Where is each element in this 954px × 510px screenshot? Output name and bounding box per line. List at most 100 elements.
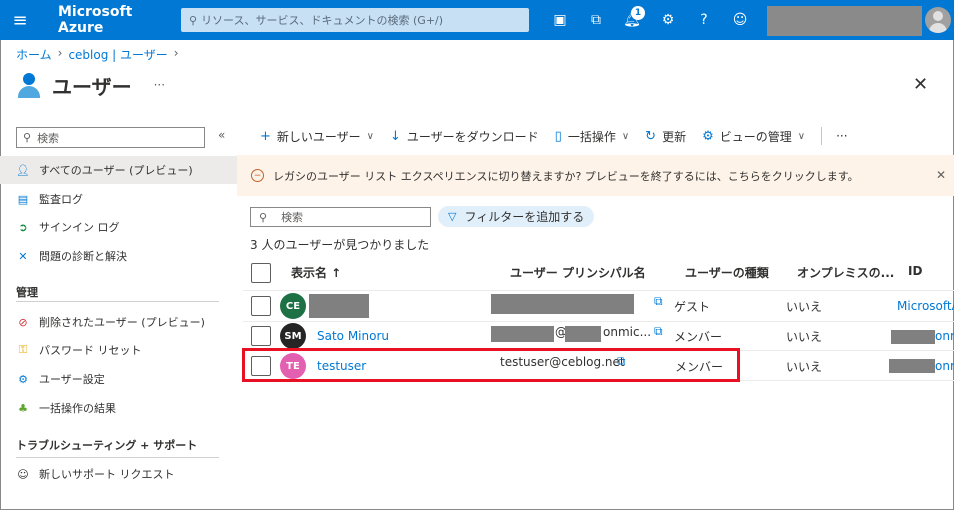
sidebar-item-diagnose[interactable]: ✕ 問題の診断と解決 — [0, 242, 237, 270]
sidebar-divider — [16, 301, 219, 302]
upn-suffix: onmic... — [603, 325, 652, 339]
sidebar-item-audit-log[interactable]: ▤ 監査ログ — [0, 185, 237, 213]
account-avatar-icon[interactable] — [925, 7, 951, 33]
sidebar-item-label: 削除されたユーザー (プレビュー) — [39, 316, 205, 329]
bulk-operations-label: 一括操作 — [567, 129, 616, 144]
wrench-icon: ✕ — [18, 249, 28, 263]
global-search-placeholder: リソース、サービス、ドキュメントの検索 (G+/) — [201, 14, 444, 27]
brand-title[interactable]: Microsoft Azure — [58, 4, 180, 36]
id-cell[interactable]: onm — [935, 329, 954, 343]
help-question-icon[interactable]: ? — [686, 0, 722, 40]
sidebar-item-label: 一括操作の結果 — [39, 402, 116, 415]
breadcrumb-home[interactable]: ホーム — [16, 46, 52, 63]
new-user-label: 新しいユーザー — [276, 129, 361, 144]
copy-icon[interactable]: ⧉ — [654, 294, 663, 309]
signin-icon: ➲ — [18, 220, 28, 234]
row-checkbox[interactable] — [251, 296, 271, 316]
breadcrumb-separator-icon: › — [57, 46, 63, 60]
search-icon: ⚲ — [23, 131, 32, 144]
command-separator — [821, 127, 823, 145]
download-users-button[interactable]: ↓ ユーザーをダウンロード — [390, 128, 539, 145]
select-all-checkbox[interactable] — [251, 263, 271, 283]
bulk-document-icon: ▯ — [554, 128, 562, 144]
bulk-operations-button[interactable]: ▯ 一括操作 ∨ — [555, 128, 630, 145]
feedback-icon[interactable]: ☺ — [722, 0, 758, 40]
sidebar-section-manage: 管理 — [16, 286, 38, 299]
breadcrumb: ホーム › ceblog | ユーザー › — [16, 46, 179, 63]
sidebar-item-user-settings[interactable]: ⚙ ユーザー設定 — [0, 365, 237, 393]
sidebar-item-deleted-users[interactable]: ⊘ 削除されたユーザー (プレビュー) — [0, 308, 237, 336]
onprem-cell: いいえ — [786, 300, 823, 314]
legacy-experience-banner[interactable]: − レガシのユーザー リスト エクスペリエンスに切り替えますか? プレビューを終… — [237, 155, 954, 196]
search-icon: ⚲ — [259, 210, 268, 224]
new-user-button[interactable]: + 新しいユーザー ∨ — [260, 128, 374, 145]
banner-text: レガシのユーザー リスト エクスペリエンスに切り替えますか? プレビューを終了す… — [273, 169, 859, 183]
log-icon: ▤ — [17, 192, 29, 206]
avatar: SM — [280, 323, 306, 349]
id-cell[interactable]: MicrosoftA — [897, 299, 954, 313]
display-name-link[interactable]: Sato Minoru — [317, 329, 389, 343]
sidebar-item-bulk-results[interactable]: ♣ 一括操作の結果 — [0, 394, 237, 422]
notification-badge: 1 — [631, 6, 645, 20]
plus-icon: + — [260, 128, 271, 144]
avatar: CE — [280, 293, 306, 319]
notifications-bell-icon[interactable]: 🔔︎ 1 — [614, 0, 650, 40]
add-filter-label: フィルターを追加する — [464, 210, 585, 224]
page-more-button[interactable]: ··· — [154, 78, 165, 92]
manage-view-button[interactable]: ⚙ ビューの管理 ∨ — [702, 128, 805, 145]
global-search-input[interactable]: ⚲ リソース、サービス、ドキュメントの検索 (G+/) — [181, 8, 529, 32]
account-info-redacted[interactable] — [767, 6, 922, 36]
user-type-cell: メンバー — [674, 330, 723, 344]
support-icon: ☺ — [17, 467, 29, 481]
refresh-icon: ↻ — [645, 128, 657, 144]
user-type-cell: ゲスト — [674, 300, 711, 314]
onprem-cell: いいえ — [786, 330, 823, 344]
column-header-onprem[interactable]: オンプレミスの... — [797, 264, 894, 281]
chevron-down-icon: ∨ — [621, 130, 630, 142]
deleted-user-icon: ⊘ — [18, 315, 28, 329]
banner-close-icon[interactable]: ✕ — [936, 168, 946, 182]
refresh-button[interactable]: ↻ 更新 — [645, 128, 686, 145]
sidebar-item-all-users[interactable]: 👤︎ すべてのユーザー (プレビュー) — [0, 156, 237, 184]
bulk-results-icon: ♣ — [18, 401, 28, 415]
copy-icon[interactable]: ⧉ — [654, 324, 663, 339]
sidebar-search-input[interactable]: ⚲ 検索 — [16, 127, 205, 148]
refresh-label: 更新 — [662, 129, 687, 144]
page-title: ユーザー — [52, 74, 132, 99]
sidebar-item-label: 新しいサポート リクエスト — [39, 468, 175, 481]
breadcrumb-ceblog-users[interactable]: ceblog | ユーザー — [68, 46, 167, 63]
more-commands-button[interactable]: ··· — [836, 129, 847, 143]
directory-filter-icon[interactable]: ⧉ — [578, 0, 614, 40]
column-header-display-name[interactable]: 表示名 ↑ — [291, 264, 341, 281]
sidebar-section-support: トラブルシューティング + サポート — [16, 439, 198, 452]
redacted-upn-domain — [565, 326, 601, 342]
sidebar-item-new-support-request[interactable]: ☺ 新しいサポート リクエスト — [0, 460, 237, 488]
sidebar-item-password-reset[interactable]: ⚿ パスワード リセット — [0, 336, 237, 364]
add-filter-button[interactable]: ▽ フィルターを追加する — [438, 206, 595, 227]
collapse-sidebar-icon[interactable]: « — [218, 128, 225, 142]
sidebar-item-signin-log[interactable]: ➲ サインイン ログ — [0, 213, 237, 241]
sidebar-item-label: パスワード リセット — [39, 344, 142, 357]
close-blade-icon[interactable]: ✕ — [913, 74, 928, 95]
hamburger-menu-icon[interactable]: ≡ — [0, 0, 40, 40]
redacted-display-name — [309, 294, 369, 318]
manage-view-label: ビューの管理 — [719, 129, 792, 144]
users-page-icon — [16, 70, 42, 100]
chevron-down-icon: ∨ — [797, 130, 806, 142]
redacted-upn-part — [491, 326, 554, 342]
command-bar: + 新しいユーザー ∨ ↓ ユーザーをダウンロード ▯ 一括操作 ∨ ↻ 更新 … — [260, 127, 864, 145]
sidebar-divider — [16, 457, 219, 458]
row-divider — [243, 290, 954, 291]
info-minus-icon: − — [251, 169, 264, 182]
cloud-shell-icon[interactable]: ▣ — [542, 0, 578, 40]
sidebar-item-label: サインイン ログ — [39, 221, 120, 234]
breadcrumb-separator-icon: › — [173, 46, 179, 60]
column-header-upn[interactable]: ユーザー プリンシパル名 — [510, 264, 646, 281]
row-checkbox[interactable] — [251, 326, 271, 346]
id-cell[interactable]: onm — [935, 359, 954, 373]
column-header-id[interactable]: ID — [908, 264, 922, 278]
row-divider — [243, 321, 954, 322]
settings-gear-icon[interactable]: ⚙ — [650, 0, 686, 40]
column-header-user-type[interactable]: ユーザーの種類 — [685, 264, 769, 281]
user-list-search-input[interactable]: ⚲ 検索 — [250, 207, 431, 227]
